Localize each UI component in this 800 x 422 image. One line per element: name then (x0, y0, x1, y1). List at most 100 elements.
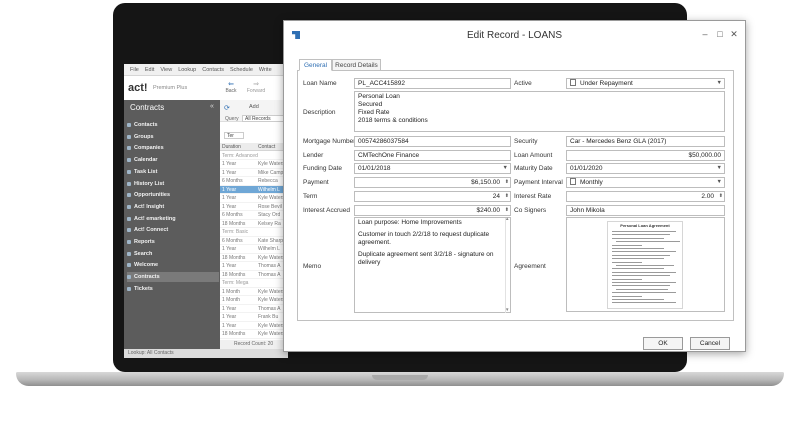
table-row[interactable]: 1 Year Kyle Waters (220, 161, 288, 169)
group-row[interactable]: Term: Basic (220, 229, 288, 237)
collapse-icon[interactable]: « (210, 103, 214, 110)
menu-file[interactable]: File (130, 67, 139, 73)
sidebar-item-label: Search (134, 250, 153, 257)
loan-amount-field[interactable]: $50,000.00 (566, 150, 725, 161)
cancel-button[interactable]: Cancel (690, 337, 730, 350)
duration-cell: 1 Year (222, 314, 237, 320)
sidebar-item-act-connect[interactable]: Act! Connect (127, 225, 219, 235)
spinner-icon[interactable]: ⬍ (505, 178, 509, 187)
status-footer: Lookup: All Contacts (124, 349, 288, 358)
sidebar-item-act-insight[interactable]: Act! Insight (127, 202, 219, 212)
ok-button[interactable]: OK (643, 337, 683, 350)
contact-cell: Kyle Waters (258, 322, 285, 329)
contact-cell: Thomas A (258, 263, 281, 269)
sidebar-item-calendar[interactable]: Calendar (127, 155, 219, 165)
table-row[interactable]: 1 Year Wilhelm L (220, 186, 288, 194)
sidebar-item-companies[interactable]: Companies (127, 143, 219, 153)
loan-name-field[interactable]: PL_ACC415892 (354, 78, 511, 89)
co-signers-field[interactable]: John Mikola (566, 205, 725, 216)
security-field[interactable]: Car - Mercedes Benz GLA (2017) (566, 136, 725, 147)
memo-scrollbar[interactable] (505, 218, 510, 313)
lender-field[interactable]: CMTechOne Finance (354, 150, 511, 161)
table-row[interactable]: 1 Month Kyle Waters (220, 288, 288, 296)
maturity-date-field[interactable]: 01/01/2020 ▼ (566, 163, 725, 174)
column-contact[interactable]: Contact (258, 144, 275, 150)
chevron-down-icon[interactable]: ▼ (717, 178, 722, 187)
spinner-icon[interactable]: ⬍ (505, 192, 509, 201)
minimize-icon[interactable]: – (700, 29, 710, 39)
sidebar-item-contracts[interactable]: Contracts (127, 272, 219, 283)
scroll-up-icon[interactable]: ▲ (505, 216, 509, 221)
group-row[interactable]: Term: Mega (220, 280, 288, 288)
table-row[interactable]: 6 Months Kate Sharp (220, 237, 288, 245)
tab-general[interactable]: General (299, 59, 332, 71)
description-field[interactable]: Personal Loan Secured Fixed Rate 2018 te… (354, 91, 725, 132)
sidebar-item-groups[interactable]: Groups (127, 132, 219, 142)
table-row[interactable]: 18 Months Kyle Waters (220, 331, 288, 339)
table-row[interactable]: 1 Year Thomas A (220, 305, 288, 313)
table-row[interactable]: 18 Months Kyle Waters (220, 254, 288, 262)
maximize-icon[interactable]: □ (715, 29, 725, 39)
table-row[interactable]: 18 Months Thomas A (220, 271, 288, 279)
calendar-dropdown-icon[interactable]: ▼ (503, 164, 508, 173)
table-row[interactable]: 1 Month Kyle Waters (220, 297, 288, 305)
table-row[interactable]: 18 Months Kelsey Ra (220, 220, 288, 228)
sidebar-item-reports[interactable]: Reports (127, 237, 219, 247)
table-row[interactable]: 1 Year Mike Camp (220, 169, 288, 177)
calendar-dropdown-icon[interactable]: ▼ (717, 164, 722, 173)
close-icon[interactable]: ✕ (729, 29, 739, 40)
table-row[interactable]: 1 Year Kyle Waters (220, 195, 288, 203)
spinner-icon[interactable]: ⬍ (719, 192, 723, 201)
tab-record-details[interactable]: Record Details (332, 59, 381, 71)
sidebar-item-act-emarketing[interactable]: Act! emarketing (127, 214, 219, 224)
loan-amount-label: Loan Amount (514, 152, 553, 159)
query-select[interactable]: All Records (242, 115, 286, 122)
sidebar-item-search[interactable]: Search (127, 249, 219, 259)
term-field[interactable]: 24 ⬍ (354, 191, 511, 202)
duration-cell: 1 Month (222, 288, 241, 295)
table-row[interactable]: 1 Year Frank Bu (220, 314, 288, 322)
menu-view[interactable]: View (160, 67, 172, 73)
payment-field[interactable]: $6,150.00 ⬍ (354, 177, 511, 188)
funding-date-field[interactable]: 01/01/2018 ▼ (354, 163, 511, 174)
menu-schedule[interactable]: Schedule (230, 67, 253, 73)
table-row[interactable]: 6 Months Rebecca (220, 178, 288, 186)
column-duration[interactable]: Duration (220, 144, 258, 150)
interest-accrued-field[interactable]: $240.00 ⬍ (354, 205, 511, 216)
duration-cell: 6 Months (222, 237, 243, 244)
sidebar-item-history-list[interactable]: History List (127, 179, 219, 189)
sidebar-item-opportunities[interactable]: Opportunities (127, 190, 219, 200)
table-row[interactable]: 1 Year Rose Bevil (220, 203, 288, 211)
duration-cell: 1 Year (222, 186, 237, 193)
menu-lookup[interactable]: Lookup (178, 67, 196, 73)
table-row[interactable]: 6 Months Stacy Ord (220, 212, 288, 220)
payment-interval-dropdown[interactable]: Monthly ▼ (566, 177, 725, 188)
sidebar-item-tickets[interactable]: Tickets (127, 284, 219, 294)
menu-write[interactable]: Write (259, 67, 272, 73)
sidebar-item-task-list[interactable]: Task List (127, 167, 219, 177)
menu-edit[interactable]: Edit (145, 67, 154, 73)
table-row[interactable]: 1 Year Wilhelm L (220, 246, 288, 254)
sidebar-item-welcome[interactable]: Welcome (127, 260, 219, 270)
menu-contacts[interactable]: Contacts (202, 67, 224, 73)
group-row[interactable]: Term: Advanced (220, 152, 288, 160)
forward-button[interactable]: ⇒ Forward (246, 80, 266, 94)
mortgage-number-field[interactable]: 00574286037584 (354, 136, 511, 147)
memo-field[interactable]: Loan purpose: Home Improvements Customer… (354, 217, 511, 313)
refresh-icon[interactable]: ⟳ (224, 104, 230, 112)
interest-rate-field[interactable]: 2.00 ⬍ (566, 191, 725, 202)
scroll-down-icon[interactable]: ▼ (505, 307, 509, 312)
table-row[interactable]: 1 Year Kyle Waters (220, 322, 288, 330)
add-button[interactable]: Add (249, 104, 259, 110)
document-text-line (612, 285, 670, 287)
filter-select[interactable]: Ter (224, 132, 244, 139)
back-button[interactable]: ⇐ Back (224, 80, 238, 94)
chevron-down-icon[interactable]: ▼ (717, 79, 722, 88)
spinner-icon[interactable]: ⬍ (505, 206, 509, 215)
document-text-line (612, 275, 670, 277)
sidebar-item-contacts[interactable]: Contacts (127, 120, 219, 130)
table-row[interactable]: 1 Year Thomas A (220, 263, 288, 271)
loan-name-label: Loan Name (303, 80, 337, 87)
active-dropdown[interactable]: Under Repayment ▼ (566, 78, 725, 89)
duration-cell: 1 Year (222, 203, 237, 210)
